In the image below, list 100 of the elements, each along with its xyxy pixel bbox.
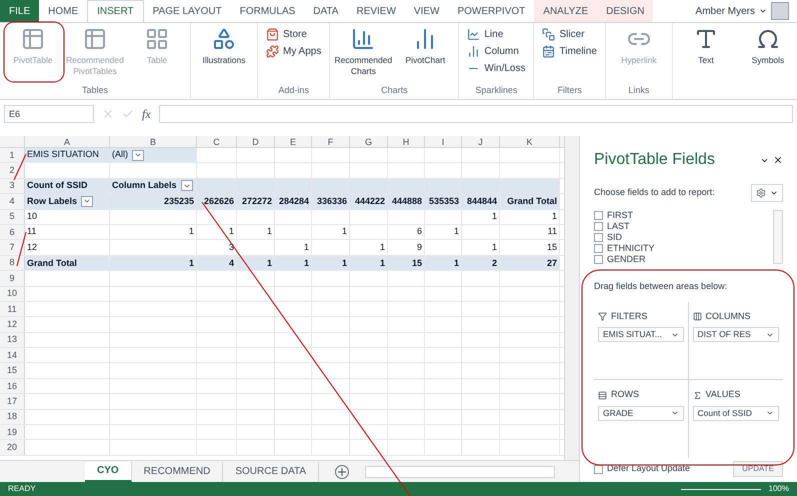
- checkbox[interactable]: [594, 211, 603, 220]
- enter-icon[interactable]: [122, 108, 134, 120]
- ribbon-button[interactable]: Text: [676, 27, 735, 86]
- pane-title: PivotTable Fields: [594, 150, 715, 170]
- slicer-icon: [542, 28, 556, 41]
- area-field[interactable]: GRADE: [598, 406, 684, 421]
- table-cell: 1: [350, 240, 388, 255]
- omega-icon: [756, 27, 780, 51]
- row-number: 3: [9, 180, 14, 192]
- column-header[interactable]: D: [237, 136, 275, 147]
- row-number: 4: [9, 196, 14, 207]
- field-label[interactable]: FIRST: [607, 210, 633, 222]
- row-number: 7: [9, 242, 14, 254]
- ribbon-button[interactable]: Illustrations: [195, 27, 253, 86]
- cell-text: (All): [112, 148, 128, 162]
- cell-text: Column Labels: [112, 179, 177, 192]
- row-number: 2: [9, 165, 14, 176]
- name-box[interactable]: E6: [4, 105, 94, 123]
- row-number: 8: [9, 257, 14, 268]
- cancel-icon[interactable]: [102, 108, 114, 120]
- table-cell: 1: [312, 256, 350, 270]
- function-button[interactable]: fx: [142, 105, 151, 123]
- ribbon-button[interactable]: Symbols: [738, 27, 797, 86]
- ribbon-button[interactable]: Column: [463, 44, 530, 59]
- add-sheet-icon[interactable]: [335, 464, 350, 478]
- area-label: COLUMNS: [706, 310, 751, 322]
- dropdown-button[interactable]: [132, 150, 144, 161]
- table-cell: 27: [500, 256, 560, 270]
- checkbox[interactable]: [594, 255, 603, 264]
- cell-text: Row Labels: [27, 194, 78, 208]
- dropdown-button[interactable]: [81, 196, 94, 207]
- table-cell: EMIS SITUATION: [25, 148, 110, 162]
- ribbon-tab[interactable]: ANALYZE: [534, 0, 598, 22]
- column-header[interactable]: K: [500, 136, 560, 147]
- ribbon-tab[interactable]: FILE: [0, 0, 40, 22]
- ribbon-button[interactable]: Store: [262, 27, 326, 42]
- table-cell: 11: [25, 224, 110, 240]
- area-label: FILTERS: [611, 310, 648, 322]
- settings-button[interactable]: [751, 184, 783, 202]
- column-header[interactable]: J: [462, 136, 500, 147]
- field-label[interactable]: SID: [607, 230, 622, 244]
- ribbon-button[interactable]: My Apps: [262, 44, 326, 59]
- ribbon-tab[interactable]: DESIGN: [597, 0, 654, 22]
- field-list-scrollbar[interactable]: [773, 210, 783, 264]
- column-header[interactable]: I: [425, 136, 462, 147]
- caret-icon: [770, 189, 778, 197]
- sigma-icon: [692, 390, 702, 400]
- gear-icon: [756, 188, 766, 198]
- ribbon-button[interactable]: Recommended Charts: [334, 27, 392, 84]
- column-header[interactable]: F: [312, 136, 350, 147]
- pane-prompt: Choose fields to add to report:: [594, 186, 715, 200]
- vertical-scrollbar[interactable]: [564, 136, 579, 460]
- ribbon-button[interactable]: Win/Loss: [463, 61, 530, 76]
- ribbon-tab[interactable]: DATA: [304, 0, 348, 22]
- dropdown-button[interactable]: [180, 180, 193, 192]
- user-name[interactable]: Amber Myers: [696, 4, 755, 18]
- ribbon-tab[interactable]: POWERPIVOT: [448, 0, 534, 22]
- ribbon-tab[interactable]: HOME: [39, 0, 88, 22]
- ribbon-button[interactable]: Timeline: [538, 44, 601, 59]
- table-cell: 1: [350, 256, 388, 270]
- zoom-level[interactable]: 100%: [768, 483, 789, 495]
- group-label: Add-ins: [277, 84, 310, 96]
- table-cell: 1: [197, 224, 237, 240]
- row-number: 15: [6, 365, 17, 376]
- column-header[interactable]: C: [197, 136, 237, 147]
- ribbon-tab[interactable]: REVIEW: [347, 0, 405, 22]
- column-header[interactable]: A: [25, 136, 110, 147]
- ribbon-button[interactable]: Slicer: [538, 27, 601, 42]
- bar-chart-icon: [351, 27, 376, 51]
- column-header[interactable]: E: [275, 136, 312, 147]
- column-header[interactable]: G: [350, 136, 388, 147]
- ribbon-tab[interactable]: VIEW: [404, 0, 448, 22]
- checkbox[interactable]: [594, 222, 603, 231]
- area-field[interactable]: Count of SSID: [692, 406, 779, 421]
- horizontal-scrollbar[interactable]: [365, 466, 556, 478]
- puzzle-icon: [266, 45, 279, 58]
- formula-field[interactable]: [158, 105, 793, 123]
- area-field[interactable]: EMIS SITUAT...: [598, 327, 684, 342]
- ribbon-button[interactable]: Line: [463, 27, 530, 42]
- close-icon[interactable]: [773, 155, 783, 165]
- bar-chart-icon: [467, 45, 480, 58]
- table-cell: 535353: [425, 194, 462, 209]
- table-cell: 11: [500, 224, 560, 240]
- area-field[interactable]: DIST OF RES: [692, 327, 779, 342]
- field-label[interactable]: GENDER: [607, 252, 646, 264]
- column-header[interactable]: B: [110, 136, 197, 147]
- field-label[interactable]: ETHNICITY: [607, 242, 655, 256]
- ribbon-button[interactable]: PivotChart: [396, 27, 454, 84]
- field-label[interactable]: LAST: [607, 220, 630, 234]
- sheet-tab[interactable]: CYO: [85, 462, 132, 482]
- column-header[interactable]: H: [388, 136, 425, 147]
- row-number: 11: [7, 304, 17, 315]
- checkbox[interactable]: [594, 464, 603, 474]
- group-label: Charts: [380, 84, 409, 96]
- checkbox[interactable]: [594, 233, 603, 242]
- table-cell: 15: [388, 256, 425, 270]
- ribbon-tab[interactable]: FORMULAS: [230, 0, 304, 22]
- avatar: [771, 2, 789, 20]
- ribbon-tab[interactable]: PAGE LAYOUT: [144, 0, 231, 22]
- checkbox[interactable]: [594, 244, 603, 253]
